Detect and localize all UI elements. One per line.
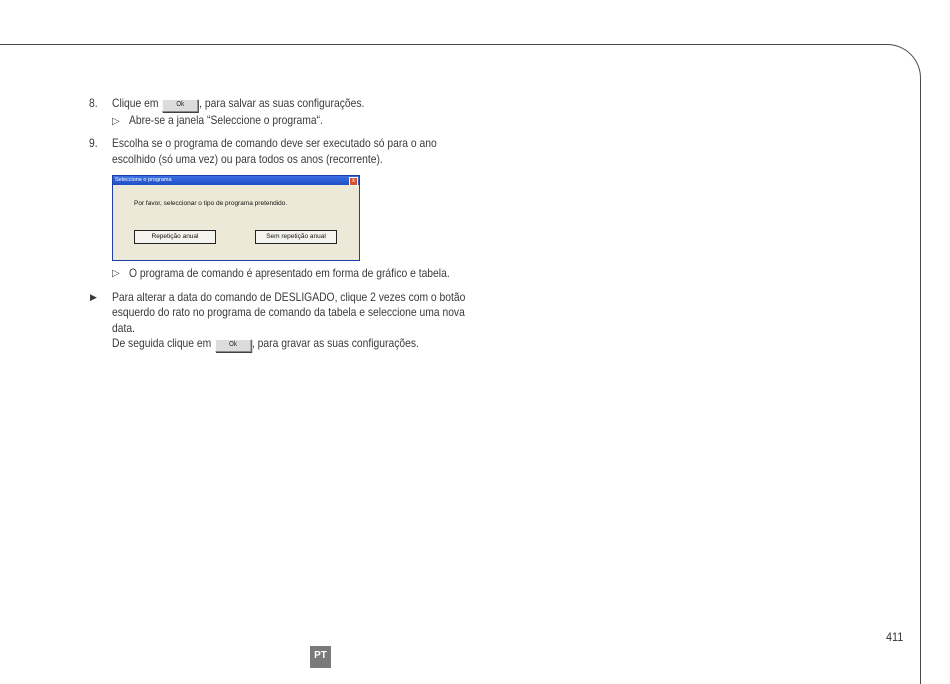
close-icon[interactable]: x xyxy=(349,177,358,186)
note-line-4-after: , para gravar as suas configurações. xyxy=(251,336,419,350)
dialog-title-bar: Seleccione o programa x xyxy=(113,176,359,186)
ok-button[interactable]: Ok xyxy=(162,99,199,112)
no-repeat-button[interactable]: Sem repetição anual xyxy=(255,230,337,244)
dialog-title: Seleccione o programa xyxy=(115,177,172,183)
note-line-3: data. xyxy=(112,321,135,335)
step-8-result: Abre-se a janela “Seleccione o programa“… xyxy=(129,113,323,127)
result-arrow-icon: ▷ xyxy=(112,116,120,127)
page-number: 411 xyxy=(886,630,904,644)
result-arrow-icon: ▷ xyxy=(112,268,120,279)
ok-button[interactable]: Ok xyxy=(214,339,252,352)
step-8-text: Clique em Ok, para salvar as suas config… xyxy=(112,96,364,112)
language-tab: PT xyxy=(310,646,331,668)
step-9-line-1: Escolha se o programa de comando deve se… xyxy=(112,136,437,150)
note-line-1: Para alterar a data do comando de DESLIG… xyxy=(112,290,466,304)
yearly-repeat-button[interactable]: Repetição anual xyxy=(134,230,216,244)
step-number: 9. xyxy=(89,136,98,150)
step-number: 8. xyxy=(89,96,98,110)
step-9-result: O programa de comando é apresentado em f… xyxy=(129,266,450,280)
select-program-dialog: Seleccione o programa x Por favor, selec… xyxy=(112,175,360,261)
dialog-message: Por favor, seleccionar o tipo de program… xyxy=(134,200,288,207)
note-line-4: De seguida clique em Ok, para gravar as … xyxy=(112,336,419,352)
step-8-text-before: Clique em xyxy=(112,96,162,110)
note-line-4-before: De seguida clique em xyxy=(112,336,215,350)
step-8-text-after: , para salvar as suas configurações. xyxy=(199,96,365,110)
step-9-line-2: escolhido (só uma vez) ou para todos os … xyxy=(112,152,383,166)
note-arrow-icon: ▶ xyxy=(90,292,97,302)
note-line-2: esquerdo do rato no programa de comando … xyxy=(112,305,465,319)
